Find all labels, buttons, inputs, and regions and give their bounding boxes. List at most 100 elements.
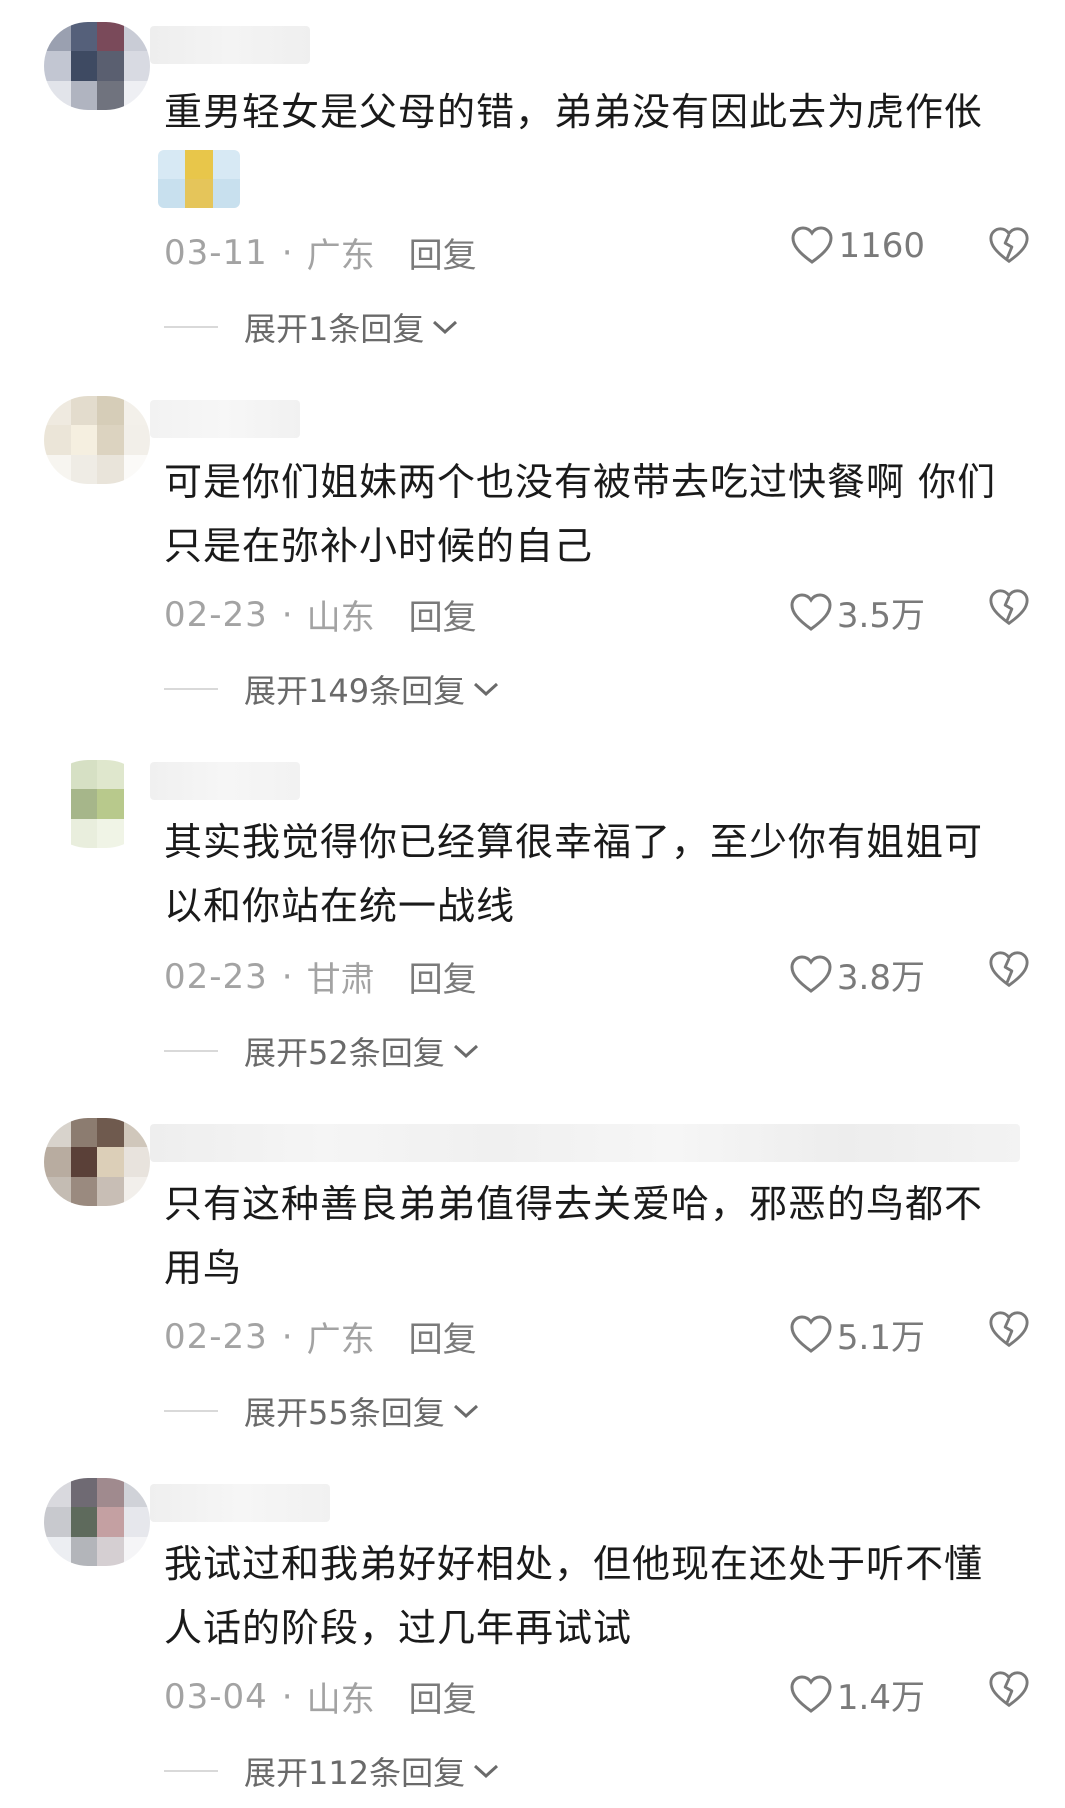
- expand-replies-label: 展开55条回复: [244, 1394, 445, 1432]
- avatar-mosaic-cell: [70, 818, 97, 848]
- expand-replies-label: 展开112条回复: [244, 1754, 466, 1792]
- avatar-mosaic-cell: [44, 760, 71, 790]
- reply-button[interactable]: 回复: [409, 1672, 477, 1721]
- like-button[interactable]: 5.1万: [789, 1310, 925, 1359]
- avatar-mosaic-cell: [44, 425, 71, 455]
- chevron-down-icon: [433, 320, 458, 335]
- reply-button[interactable]: 回复: [409, 228, 477, 277]
- comment-text: 我试过和我弟好好相处，但他现在还处于听不懂 人话的阶段，过几年再试试: [164, 1542, 984, 1650]
- avatar-mosaic-cell: [44, 1118, 71, 1148]
- separator-dot: ·: [281, 594, 293, 635]
- divider-line: [164, 688, 218, 690]
- avatar-mosaic-cell: [123, 1536, 150, 1566]
- username-blurred[interactable]: [150, 1124, 1020, 1162]
- expand-replies-button[interactable]: 展开149条回复: [164, 666, 501, 712]
- expand-replies-button[interactable]: 展开112条回复: [164, 1748, 501, 1794]
- emoji-mosaic-cell: [185, 150, 213, 179]
- username-blurred[interactable]: [150, 1484, 330, 1522]
- username-blurred[interactable]: [150, 26, 310, 64]
- avatar-mosaic-cell: [123, 80, 150, 110]
- dislike-button[interactable]: [988, 1310, 1030, 1354]
- username-blurred[interactable]: [150, 400, 300, 438]
- heart-icon: [790, 592, 832, 631]
- dislike-button[interactable]: [988, 950, 1030, 994]
- reply-button[interactable]: 回复: [409, 1312, 477, 1361]
- dislike-button[interactable]: [988, 1670, 1030, 1714]
- emoji-mosaic-cell: [212, 179, 240, 208]
- avatar-mosaic-cell: [97, 1507, 124, 1537]
- avatar-mosaic-cell: [97, 1478, 124, 1508]
- avatar-mosaic-cell: [44, 818, 71, 848]
- expand-replies-button[interactable]: 展开1条回复: [164, 304, 460, 350]
- avatar-mosaic-cell: [97, 51, 124, 81]
- avatar-mosaic-cell: [70, 760, 97, 790]
- broken-heart-icon: [989, 1671, 1029, 1708]
- avatar-mosaic-cell: [70, 22, 97, 52]
- emoji-mosaic-cell: [185, 179, 213, 208]
- dislike-button[interactable]: [988, 226, 1030, 270]
- comment-date: 03-11: [164, 232, 268, 273]
- username-blurred[interactable]: [150, 762, 300, 800]
- emoji-mosaic-cell: [158, 179, 186, 208]
- like-count: 5.1万: [836, 1318, 925, 1358]
- expand-replies-button[interactable]: 展开55条回复: [164, 1388, 481, 1434]
- comment-location: 甘肃: [306, 960, 375, 1000]
- avatar-mosaic-cell: [97, 80, 124, 110]
- avatar[interactable]: [44, 1478, 150, 1566]
- avatar-mosaic-cell: [44, 1147, 71, 1177]
- comment-date: 02-23: [164, 594, 268, 635]
- comment-location: 广东: [306, 236, 375, 276]
- separator-dot: ·: [281, 1676, 293, 1717]
- avatar-mosaic-cell: [123, 789, 150, 819]
- avatar-mosaic-cell: [70, 1176, 97, 1206]
- avatar-mosaic-cell: [44, 1478, 71, 1508]
- avatar-mosaic-cell: [44, 1536, 71, 1566]
- comment-location: 山东: [306, 598, 375, 638]
- heart-icon: [791, 226, 833, 264]
- broken-heart-icon: [989, 227, 1029, 264]
- avatar-mosaic-cell: [44, 22, 71, 52]
- avatar-mosaic-cell: [70, 1478, 97, 1508]
- avatar[interactable]: [44, 1118, 150, 1206]
- chevron-down-icon: [453, 1044, 478, 1059]
- avatar-mosaic-cell: [70, 1147, 97, 1177]
- avatar[interactable]: [44, 760, 150, 848]
- divider-line: [164, 326, 218, 328]
- like-count: 1160: [838, 226, 925, 266]
- like-count: 3.8万: [836, 958, 925, 998]
- avatar-mosaic-cell: [44, 396, 71, 426]
- avatar-mosaic-cell: [70, 1536, 97, 1566]
- avatar-mosaic-cell: [70, 454, 97, 484]
- expand-replies-button[interactable]: 展开52条回复: [164, 1028, 481, 1074]
- comment-text: 只有这种善良弟弟值得去关爱哈，邪恶的鸟都不 用鸟: [164, 1182, 984, 1290]
- avatar-mosaic-cell: [123, 1478, 150, 1508]
- comment-location: 广东: [306, 1320, 375, 1360]
- broken-heart-icon: [989, 951, 1029, 988]
- avatar-mosaic-cell: [97, 454, 124, 484]
- like-button[interactable]: 3.8万: [789, 950, 925, 999]
- like-button[interactable]: 1.4万: [789, 1670, 925, 1719]
- comment-date: 02-23: [164, 956, 268, 997]
- reply-button[interactable]: 回复: [409, 952, 477, 1001]
- broken-heart-icon: [989, 1311, 1029, 1348]
- avatar-mosaic-cell: [123, 1147, 150, 1177]
- divider-line: [164, 1050, 218, 1052]
- avatar-mosaic-cell: [70, 51, 97, 81]
- chevron-down-icon: [453, 1404, 478, 1419]
- avatar-mosaic-cell: [70, 1118, 97, 1148]
- avatar-mosaic-cell: [97, 22, 124, 52]
- avatar-mosaic-cell: [97, 425, 124, 455]
- avatar[interactable]: [44, 396, 150, 484]
- avatar[interactable]: [44, 22, 150, 110]
- avatar-mosaic-cell: [123, 1118, 150, 1148]
- emoji-sticker: [158, 150, 240, 208]
- dislike-button[interactable]: [988, 588, 1030, 632]
- separator-dot: ·: [281, 956, 293, 997]
- separator-dot: ·: [281, 232, 293, 273]
- like-button[interactable]: 3.5万: [789, 588, 925, 637]
- broken-heart-icon: [989, 589, 1029, 626]
- heart-icon: [790, 1314, 832, 1353]
- reply-button[interactable]: 回复: [409, 590, 477, 639]
- like-button[interactable]: 1160: [790, 226, 925, 266]
- avatar-mosaic-cell: [44, 51, 71, 81]
